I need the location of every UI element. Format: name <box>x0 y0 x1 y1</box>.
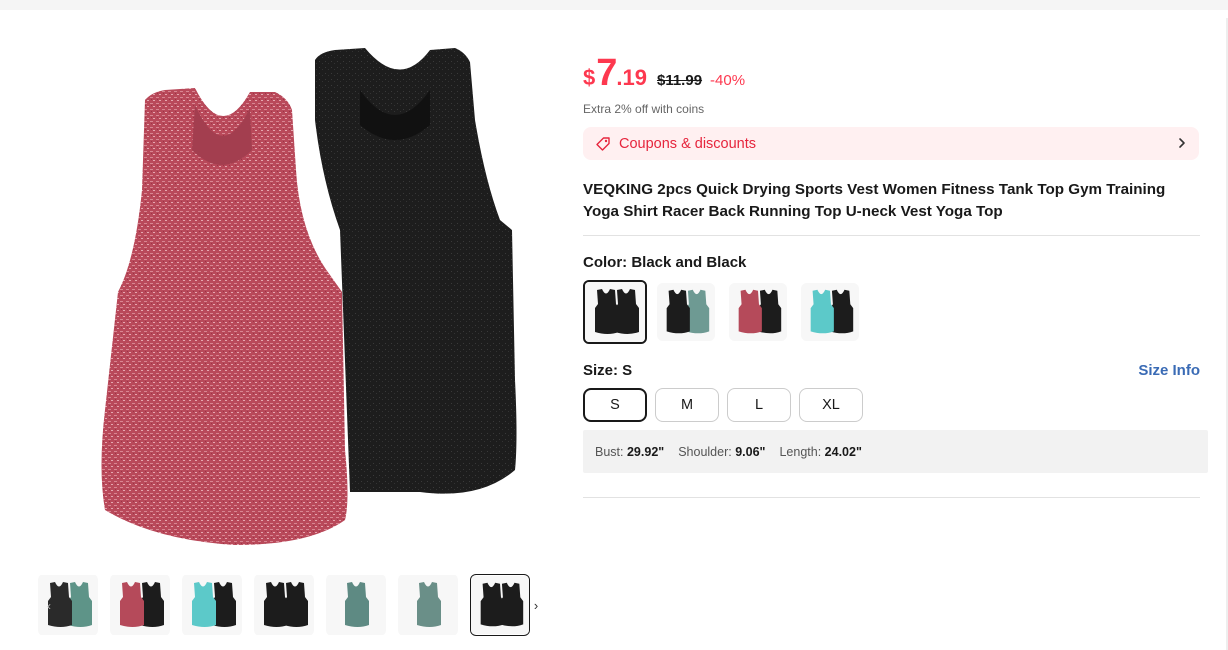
color-label: Color: Black and Black <box>583 254 747 271</box>
thumbnail-strip <box>38 574 558 638</box>
thumbnail-image[interactable] <box>110 574 170 636</box>
top-strip <box>0 0 1228 10</box>
price-integer: 7 <box>596 52 617 94</box>
chevron-left-icon[interactable]: ‹ <box>44 598 54 614</box>
price-currency: $ <box>583 65 596 90</box>
thumbnail-image[interactable] <box>398 574 458 636</box>
thumbnail-image[interactable] <box>326 574 386 636</box>
chevron-right-icon[interactable]: › <box>530 598 542 614</box>
price-decimal: .19 <box>616 65 647 90</box>
size-measurements: Bust: 29.92" Shoulder: 9.06" Length: 24.02… <box>583 430 1208 473</box>
measurement-value: 9.06" <box>735 444 766 459</box>
price-row: $ 7 .19 $11.99 -40% <box>583 52 746 94</box>
measurement-item: Length: 24.02" <box>779 445 861 459</box>
measurement-name: Shoulder: <box>678 444 732 459</box>
measurement-item: Shoulder: 9.06" <box>678 445 765 459</box>
product-title: VEQKING 2pcs Quick Drying Sports Vest Wo… <box>583 181 1166 220</box>
coupons-label: Coupons & discounts <box>619 135 757 152</box>
main-product-image[interactable] <box>60 30 550 560</box>
thumbnail-image[interactable] <box>182 574 242 636</box>
size-option-xl[interactable]: XL <box>799 388 863 422</box>
measurement-name: Length: <box>779 444 822 459</box>
divider <box>583 235 1200 236</box>
discount-percent: -40% <box>710 72 746 89</box>
tag-icon <box>596 136 610 151</box>
size-info-link[interactable]: Size Info <box>1138 362 1200 379</box>
color-swatch[interactable] <box>583 280 647 344</box>
measurement-item: Bust: 29.92" <box>595 445 664 459</box>
measurement-value: 29.92" <box>626 444 665 459</box>
thumbnail-image[interactable] <box>254 574 314 636</box>
thumbnail-image[interactable] <box>470 574 530 636</box>
coupons-discounts-button[interactable]: Coupons & discounts <box>583 127 1199 160</box>
measurement-value: 24.02" <box>824 444 862 459</box>
divider <box>583 497 1200 498</box>
measurement-name: Bust: <box>595 444 624 459</box>
color-swatch[interactable] <box>729 283 787 341</box>
size-option-m[interactable]: M <box>655 388 719 422</box>
size-option-l[interactable]: L <box>727 388 791 422</box>
chevron-right-icon <box>1179 138 1185 148</box>
color-swatch[interactable] <box>657 283 715 341</box>
color-swatch[interactable] <box>801 283 859 341</box>
coins-offer-text: Extra 2% off with coins <box>583 102 705 116</box>
size-label: Size: S <box>583 362 633 379</box>
size-option-s[interactable]: S <box>583 388 647 422</box>
original-price: $11.99 <box>656 72 703 89</box>
